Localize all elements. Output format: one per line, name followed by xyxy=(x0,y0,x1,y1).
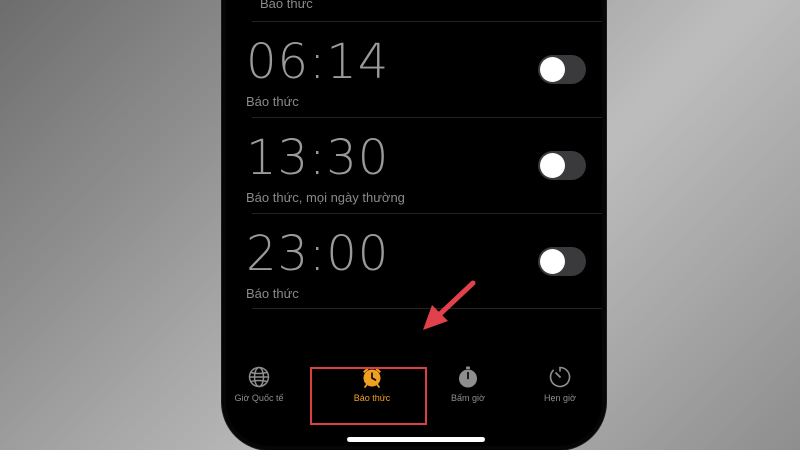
toggle-knob xyxy=(540,57,565,82)
alarm-time: 06:14 xyxy=(246,34,390,90)
tab-label: Giờ Quốc tế xyxy=(234,393,284,403)
tab-alarm[interactable]: Báo thức xyxy=(325,365,419,403)
tab-timer[interactable]: Hẹn giờ xyxy=(513,365,602,403)
alarm-label: Báo thức, mọi ngày thường xyxy=(246,190,405,205)
alarm-label: Báo thức xyxy=(246,94,299,109)
clock-app-screen: Báo thức 06:14 Báo thức 13:30 Báo thức, … xyxy=(226,0,602,446)
pointer-arrow-icon xyxy=(423,280,476,330)
toggle-knob xyxy=(540,249,565,274)
tab-label: Báo thức xyxy=(353,393,391,403)
tab-label: Bấm giờ xyxy=(451,393,485,403)
home-indicator[interactable] xyxy=(347,437,485,442)
alarm-toggle[interactable] xyxy=(538,247,586,276)
globe-icon xyxy=(248,366,270,388)
tab-world-clock[interactable]: Giờ Quốc tế xyxy=(226,365,306,403)
alarm-toggle[interactable] xyxy=(538,151,586,180)
alarm-toggle[interactable] xyxy=(538,55,586,84)
toggle-knob xyxy=(540,153,565,178)
alarm-row[interactable]: 13:30 Báo thức, mọi ngày thường xyxy=(240,118,602,212)
alarm-time: 13:30 xyxy=(246,130,390,186)
partial-alarm-label: Báo thức xyxy=(260,0,313,11)
tab-label: Hẹn giờ xyxy=(544,393,576,403)
phone-frame: Báo thức 06:14 Báo thức 13:30 Báo thức, … xyxy=(222,0,606,450)
alarm-row[interactable]: 06:14 Báo thức xyxy=(240,22,602,116)
tab-bar: Giờ Quốc tế Báo thức Bấm giờ Hẹn giờ xyxy=(226,365,602,425)
alarm-label: Báo thức xyxy=(246,286,299,301)
alarm-clock-icon xyxy=(363,368,381,388)
stopwatch-icon xyxy=(459,366,477,388)
alarm-time: 23:00 xyxy=(246,226,390,282)
timer-icon xyxy=(549,366,571,388)
tab-stopwatch[interactable]: Bấm giờ xyxy=(421,365,515,403)
